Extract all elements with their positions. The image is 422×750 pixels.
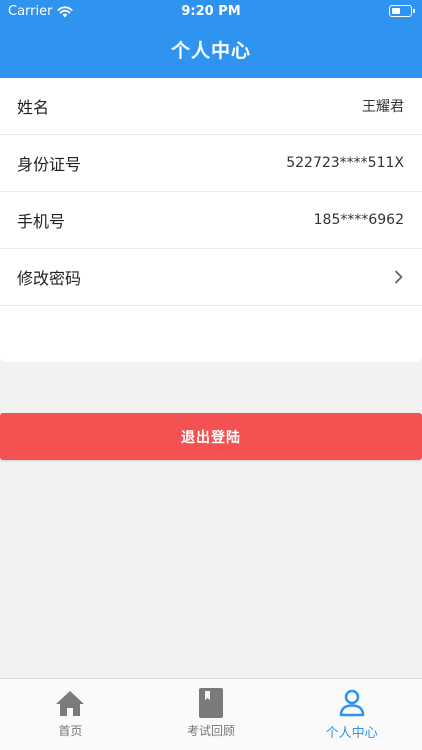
chevron-right-icon — [395, 270, 403, 284]
change-password-row[interactable]: 修改密码 — [0, 249, 422, 306]
phone-label: 手机号 — [17, 212, 66, 231]
id-number-label: 身份证号 — [17, 155, 82, 174]
status-bar: Carrier 9:20 PM — [0, 0, 422, 22]
header: Carrier 9:20 PM 个人中心 — [0, 0, 422, 78]
home-icon — [55, 688, 85, 718]
id-number-value: 522723****511X — [286, 155, 404, 171]
tab-exam-review-label: 考试回顾 — [187, 724, 236, 738]
profile-card: 姓名 王耀君 身份证号 522723****511X 手机号 185****69… — [0, 78, 422, 362]
tab-bar: 首页 考试回顾 个人中心 — [0, 678, 422, 750]
change-password-label: 修改密码 — [17, 269, 82, 288]
logout-label: 退出登陆 — [181, 429, 241, 446]
battery-icon — [389, 5, 415, 17]
logout-button[interactable]: 退出登陆 — [0, 413, 422, 460]
phone-row: 手机号 185****6962 — [0, 192, 422, 249]
name-row: 姓名 王耀君 — [0, 78, 422, 135]
clock: 9:20 PM — [181, 4, 241, 19]
page-title: 个人中心 — [170, 40, 251, 62]
phone-value: 185****6962 — [313, 212, 404, 228]
tab-profile-label: 个人中心 — [325, 726, 378, 741]
book-icon — [196, 688, 226, 718]
name-label: 姓名 — [17, 98, 50, 117]
tab-exam-review[interactable]: 考试回顾 — [141, 679, 282, 750]
id-number-row: 身份证号 522723****511X — [0, 135, 422, 192]
tab-home[interactable]: 首页 — [0, 679, 141, 750]
name-value: 王耀君 — [362, 99, 404, 115]
user-icon — [337, 688, 367, 718]
tab-profile[interactable]: 个人中心 — [281, 679, 422, 750]
tab-home-label: 首页 — [58, 724, 83, 738]
